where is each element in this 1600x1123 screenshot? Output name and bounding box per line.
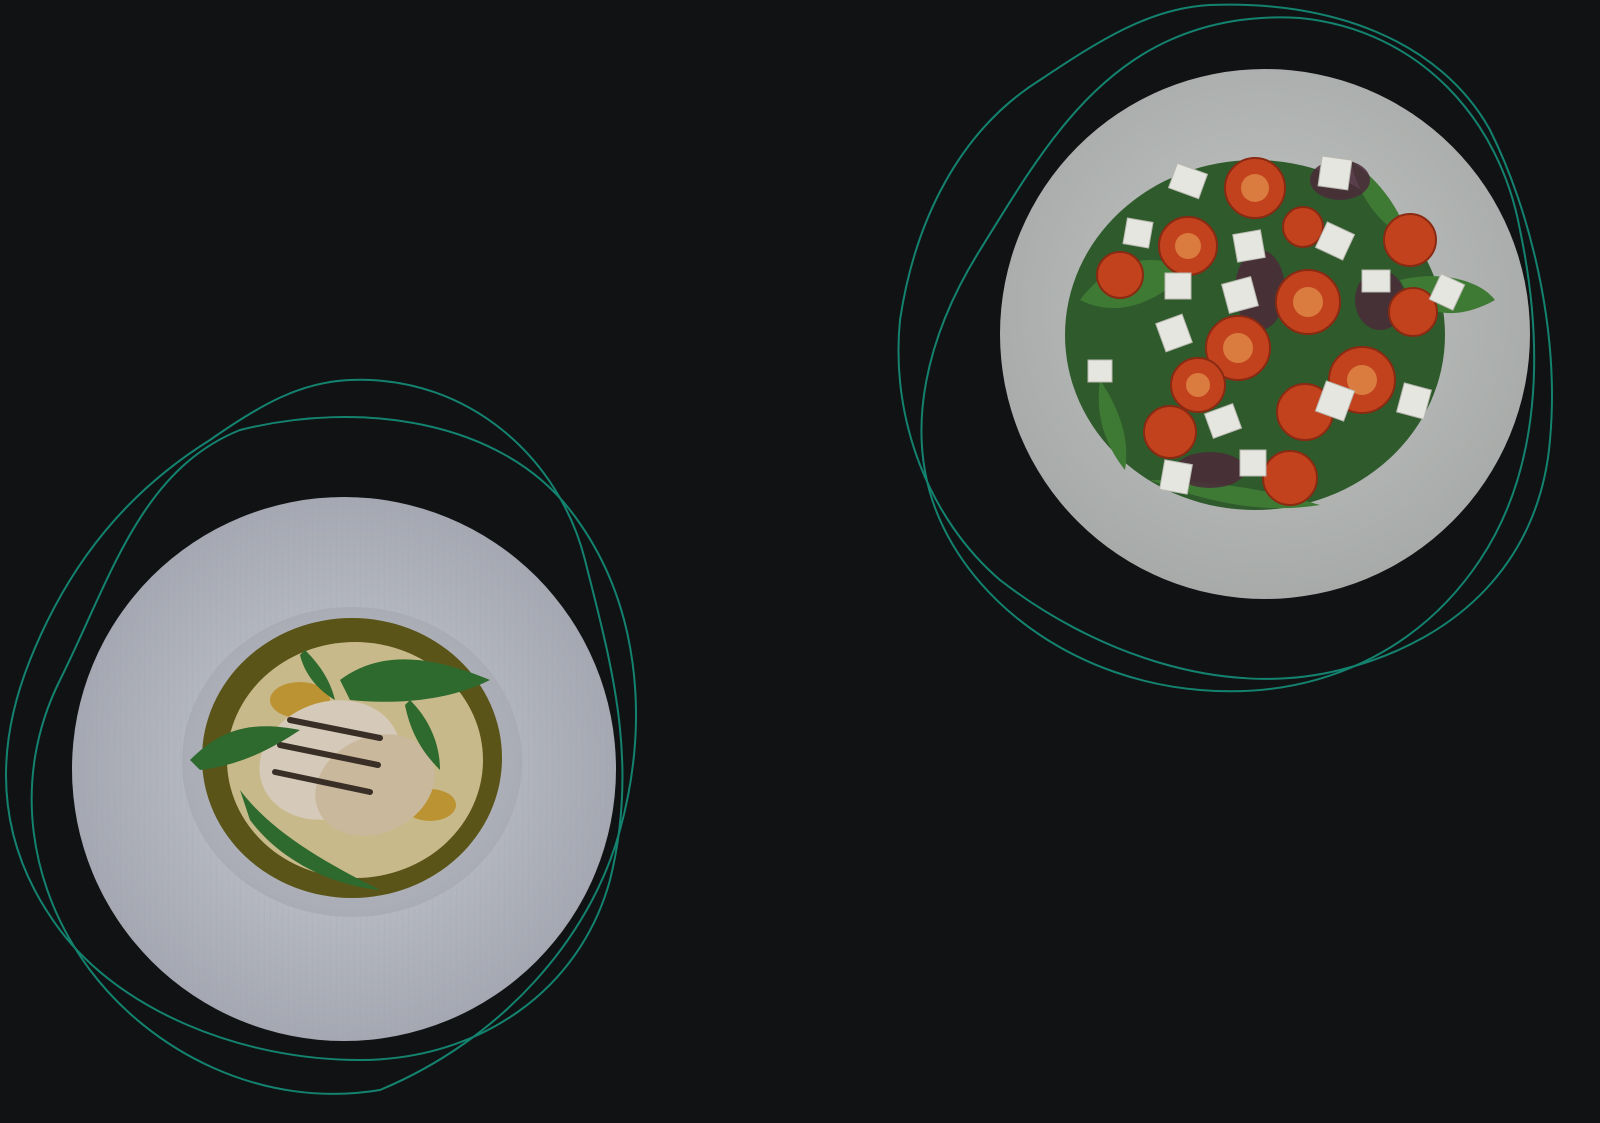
hero-illustration [5, 3, 1553, 1095]
risotto-plate [72, 497, 616, 1041]
hero-background [0, 0, 1600, 1123]
salad-plate [1000, 69, 1530, 599]
